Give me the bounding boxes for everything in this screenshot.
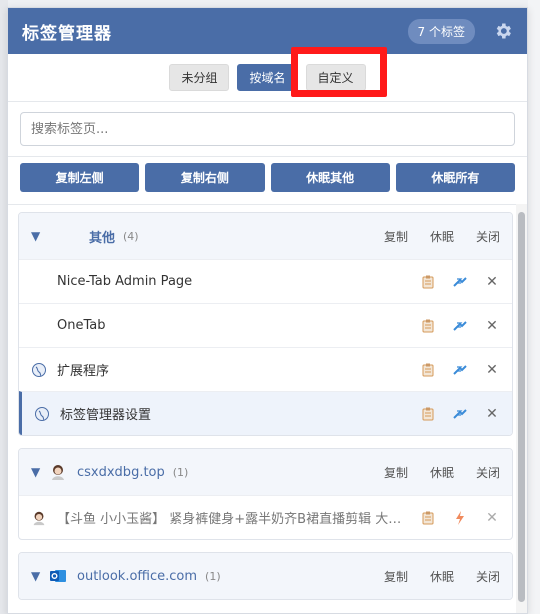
caret-down-icon[interactable]: ▼ xyxy=(31,465,49,479)
close-icon[interactable]: ✕ xyxy=(484,274,500,290)
close-icon[interactable]: ✕ xyxy=(484,510,500,526)
caret-down-icon[interactable]: ▼ xyxy=(31,569,49,583)
globe-icon xyxy=(34,406,50,422)
page-backdrop-right xyxy=(528,0,540,614)
tab-manager-popup: 标签管理器 7 个标签 未分组 按域名 自定义 复制左侧 复制右侧 休眠其他 休… xyxy=(7,7,528,614)
group-name: 其他 xyxy=(89,230,116,246)
tab-group-list: ▼ 其他 (4) 复制 休眠 关闭 Nice-Tab Admin Page ✕ … xyxy=(8,204,527,613)
close-icon[interactable]: ✕ xyxy=(484,318,500,334)
group-by-domain-button[interactable]: 按域名 xyxy=(237,64,298,91)
sleep-icon[interactable] xyxy=(452,318,468,334)
tab-row[interactable]: OneTab ✕ xyxy=(19,303,512,347)
group-header[interactable]: ▼ 其他 (4) 复制 休眠 关闭 xyxy=(19,213,512,259)
avatar-icon xyxy=(31,510,47,526)
group-copy-button[interactable]: 复制 xyxy=(384,568,408,585)
gear-icon[interactable] xyxy=(493,21,513,41)
tab-row[interactable]: 【斗鱼 小小玉酱】 紧身裤健身+露半奶齐B裙直播剪辑 大摆... ✕ xyxy=(19,495,512,539)
group-name: csxdxdbg.top xyxy=(77,464,165,480)
group-sleep-button[interactable]: 休眠 xyxy=(430,464,454,481)
avatar-icon xyxy=(49,463,67,481)
bulk-actions: 复制左侧 复制右侧 休眠其他 休眠所有 xyxy=(8,157,527,205)
close-icon[interactable]: ✕ xyxy=(484,362,500,378)
tab-count-badge: 7 个标签 xyxy=(407,18,475,44)
group-custom-button[interactable]: 自定义 xyxy=(305,64,366,91)
copy-right-button[interactable]: 复制右侧 xyxy=(145,163,265,192)
group-sleep-button[interactable]: 休眠 xyxy=(430,568,454,585)
group-close-button[interactable]: 关闭 xyxy=(476,464,500,481)
tab-group: ▼ csxdxdbg.top (1) 复制 休眠 关闭 【斗鱼 小小玉酱】 紧身… xyxy=(18,448,513,540)
tab-group: ▼ outlook.office.com (1) 复制 休眠 关闭 xyxy=(18,552,513,600)
search-input[interactable] xyxy=(20,112,515,146)
group-name: outlook.office.com xyxy=(77,568,198,584)
sleep-all-button[interactable]: 休眠所有 xyxy=(395,163,515,192)
group-sleep-button[interactable]: 休眠 xyxy=(430,228,454,245)
clipboard-icon[interactable] xyxy=(420,318,436,334)
sleep-others-button[interactable]: 休眠其他 xyxy=(270,163,390,192)
group-count: (4) xyxy=(123,229,139,243)
tab-title: 标签管理器设置 xyxy=(60,408,152,423)
tab-group: ▼ 其他 (4) 复制 休眠 关闭 Nice-Tab Admin Page ✕ … xyxy=(18,212,513,436)
tab-row[interactable]: 扩展程序 ✕ xyxy=(19,347,512,391)
group-count: (1) xyxy=(172,465,189,479)
sleep-icon[interactable] xyxy=(452,274,468,290)
tab-row-active[interactable]: 标签管理器设置 ✕ xyxy=(19,391,512,435)
tab-title: Nice-Tab Admin Page xyxy=(57,274,193,289)
sleep-icon[interactable] xyxy=(452,362,468,378)
scrollbar[interactable] xyxy=(516,204,527,613)
tab-title: 扩展程序 xyxy=(57,364,110,379)
clipboard-icon[interactable] xyxy=(420,362,436,378)
clipboard-icon[interactable] xyxy=(420,406,436,422)
group-close-button[interactable]: 关闭 xyxy=(476,568,500,585)
group-none-button[interactable]: 未分组 xyxy=(169,64,230,91)
tab-row[interactable]: Nice-Tab Admin Page ✕ xyxy=(19,259,512,303)
grouping-toggle: 未分组 按域名 自定义 xyxy=(8,47,527,102)
clipboard-icon[interactable] xyxy=(420,274,436,290)
tab-title: OneTab xyxy=(57,318,106,333)
group-count: (1) xyxy=(205,569,221,583)
sleep-icon[interactable] xyxy=(452,406,468,422)
outlook-icon xyxy=(49,567,67,585)
search-bar xyxy=(8,102,527,157)
globe-icon xyxy=(31,362,47,378)
group-close-button[interactable]: 关闭 xyxy=(476,228,500,245)
close-icon[interactable]: ✕ xyxy=(484,406,500,422)
group-copy-button[interactable]: 复制 xyxy=(384,464,408,481)
scrollbar-thumb[interactable] xyxy=(518,212,525,602)
group-header[interactable]: ▼ outlook.office.com (1) 复制 休眠 关闭 xyxy=(19,553,512,599)
group-header[interactable]: ▼ csxdxdbg.top (1) 复制 休眠 关闭 xyxy=(19,449,512,495)
app-title: 标签管理器 xyxy=(22,23,112,44)
copy-left-button[interactable]: 复制左侧 xyxy=(20,163,140,192)
wake-icon[interactable] xyxy=(452,510,468,526)
caret-down-icon[interactable]: ▼ xyxy=(31,229,49,243)
tab-title: 【斗鱼 小小玉酱】 紧身裤健身+露半奶齐B裙直播剪辑 大摆... xyxy=(57,512,404,527)
group-copy-button[interactable]: 复制 xyxy=(384,228,408,245)
clipboard-icon[interactable] xyxy=(420,510,436,526)
header: 标签管理器 7 个标签 xyxy=(8,8,527,54)
